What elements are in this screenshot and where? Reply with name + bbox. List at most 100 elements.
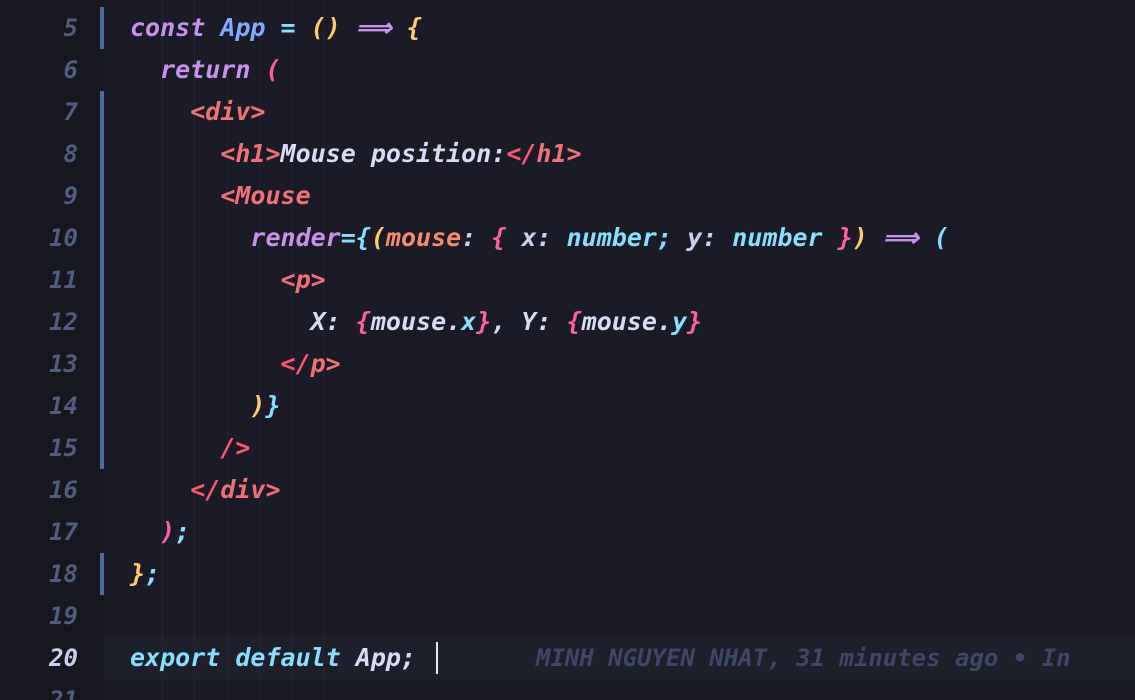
code-token: y — [687, 223, 703, 252]
code-line-15[interactable]: /> — [104, 427, 1135, 469]
code-line-16[interactable]: </div> — [104, 469, 1135, 511]
git-change-marker[interactable] — [100, 217, 104, 259]
gutter-line[interactable]: 9 — [0, 175, 104, 217]
code-token: return — [160, 55, 251, 84]
gutter-line[interactable]: 12 — [0, 301, 104, 343]
code-token: } — [837, 223, 853, 252]
code-line-11[interactable]: <p> — [104, 259, 1135, 301]
code-token: () — [310, 13, 341, 42]
gutter-line[interactable]: 7 — [0, 91, 104, 133]
code-line-14[interactable]: )} — [104, 385, 1135, 427]
code-line-6[interactable]: return ( — [104, 49, 1135, 91]
gutter-line[interactable]: 11 — [0, 259, 104, 301]
code-line-5[interactable]: const App = () ⟹ { — [104, 7, 1135, 49]
line-number-7: 7 — [63, 98, 78, 126]
code-token: { — [355, 223, 371, 252]
line-number-11: 11 — [49, 266, 78, 294]
git-change-marker[interactable] — [100, 133, 104, 175]
gutter-line[interactable]: 21 — [0, 679, 104, 700]
gutter-line[interactable]: 19 — [0, 595, 104, 637]
gutter-line[interactable]: 17 — [0, 511, 104, 553]
code-token: </ — [506, 139, 537, 168]
text-cursor — [435, 642, 438, 674]
code-token: mouse. — [581, 307, 672, 336]
code-token: App — [220, 13, 266, 42]
code-line-7[interactable]: <div> — [104, 91, 1135, 133]
gutter-line[interactable]: 10 — [0, 217, 104, 259]
code-line-8[interactable]: <h1>Mouse position:</h1> — [104, 133, 1135, 175]
code-line-19[interactable] — [104, 595, 1135, 637]
code-line-13[interactable]: </p> — [104, 343, 1135, 385]
git-change-marker[interactable] — [100, 343, 104, 385]
code-line-12[interactable]: X: {mouse.x}, Y: {mouse.y} — [104, 301, 1135, 343]
code-token: } — [687, 307, 703, 336]
gutter-line[interactable]: 5 — [0, 7, 104, 49]
code-token: </ — [190, 475, 221, 504]
code-token: , — [491, 307, 507, 336]
code-line-17[interactable]: ); — [104, 511, 1135, 553]
line-number-10: 10 — [49, 224, 78, 252]
line-number-20: 20 — [49, 644, 78, 672]
code-token: <p> — [280, 265, 326, 294]
code-token: X: — [310, 307, 341, 336]
code-content-area[interactable]: const App = () ⟹ { return ( <div> <h1>Mo… — [104, 0, 1135, 700]
code-token: { — [406, 13, 422, 42]
git-change-marker[interactable] — [100, 259, 104, 301]
gutter-line[interactable]: 14 — [0, 385, 104, 427]
git-change-marker[interactable] — [100, 91, 104, 133]
code-line-text: <p> — [130, 259, 326, 301]
git-change-marker[interactable] — [100, 553, 104, 595]
code-token: </ — [280, 349, 311, 378]
code-token: <Mouse — [220, 181, 311, 210]
code-line-text: )} — [130, 385, 280, 427]
code-token: <h1> — [220, 139, 281, 168]
line-number-16: 16 — [49, 476, 78, 504]
code-line-9[interactable]: <Mouse — [104, 175, 1135, 217]
git-change-marker[interactable] — [100, 301, 104, 343]
gutter-line[interactable]: 20 — [0, 637, 104, 679]
git-change-marker[interactable] — [100, 427, 104, 469]
code-token: : — [536, 223, 552, 252]
code-editor[interactable]: const App = () ⟹ { return ( <div> <h1>Mo… — [0, 0, 1135, 700]
gutter-line[interactable]: 16 — [0, 469, 104, 511]
git-change-marker[interactable] — [100, 7, 104, 49]
code-token: mouse — [385, 223, 462, 252]
gutter-line[interactable]: 6 — [0, 49, 104, 91]
code-token: export default — [130, 643, 341, 672]
code-token: number — [566, 223, 657, 252]
code-token: ; — [656, 223, 672, 252]
code-token: : — [702, 223, 718, 252]
gutter-line[interactable]: 13 — [0, 343, 104, 385]
git-change-marker[interactable] — [100, 175, 104, 217]
gutter-line[interactable]: 15 — [0, 427, 104, 469]
gutter-line[interactable]: 18 — [0, 553, 104, 595]
code-token: : — [461, 223, 477, 252]
code-line-10[interactable]: render={(mouse: { x: number; y: number }… — [104, 217, 1135, 259]
line-number-17: 17 — [49, 518, 78, 546]
gutter-line[interactable]: 8 — [0, 133, 104, 175]
code-line-21[interactable] — [104, 679, 1135, 700]
editor-gutter[interactable]: 5 6 7 8 9 10 11 12 13 14 15 16 17 18 19 20 21 — [0, 0, 104, 700]
git-change-marker[interactable] — [100, 385, 104, 427]
code-line-text: <h1>Mouse position:</h1> — [130, 133, 581, 175]
line-number-5: 5 — [63, 14, 78, 42]
code-line-18[interactable]: }; — [104, 553, 1135, 595]
code-line-text: </p> — [130, 343, 341, 385]
